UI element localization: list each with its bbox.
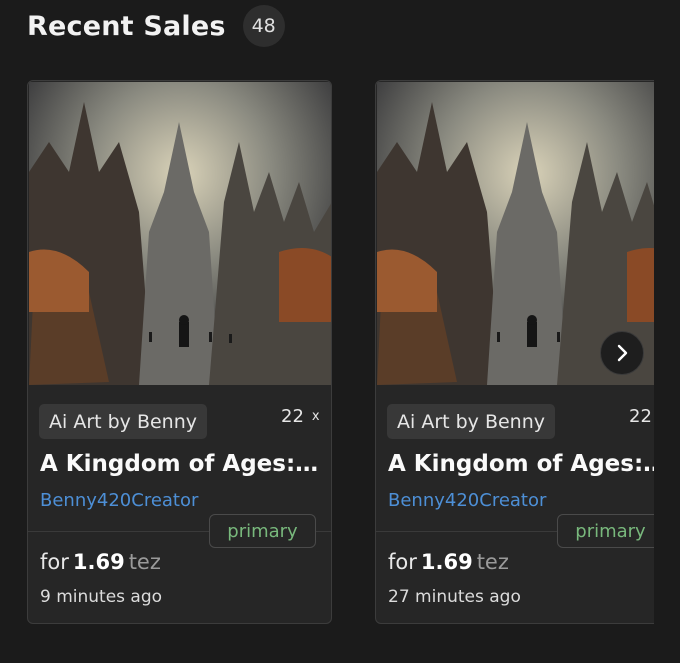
carousel-next-button[interactable] xyxy=(600,331,644,375)
chevron-right-icon xyxy=(617,344,628,362)
price-amount: 1.69 xyxy=(420,550,473,574)
sale-type-badge: primary xyxy=(209,514,316,548)
collection-chip[interactable]: Ai Art by Benny xyxy=(39,404,208,439)
collection-chip[interactable]: Ai Art by Benny xyxy=(387,404,556,439)
price-prefix: for xyxy=(40,550,69,574)
price-currency: tez xyxy=(476,550,509,574)
artwork-title[interactable]: A Kingdom of Ages: ... xyxy=(388,451,654,477)
artwork-title[interactable]: A Kingdom of Ages: ... xyxy=(40,451,320,477)
price-prefix: for xyxy=(388,550,417,574)
sale-price: for 1.69 tez xyxy=(388,550,509,574)
artwork-image[interactable] xyxy=(29,82,332,385)
editions-suffix: x xyxy=(311,409,320,424)
sales-count-badge: 48 xyxy=(242,5,285,47)
editions-count: 22 x xyxy=(281,406,320,427)
editions-value: 22 xyxy=(281,406,304,427)
creator-link[interactable]: Benny420Creator xyxy=(40,490,198,511)
sale-time: 9 minutes ago xyxy=(40,587,163,607)
sale-type-badge: primary xyxy=(557,514,654,548)
price-amount: 1.69 xyxy=(72,550,125,574)
creator-link[interactable]: Benny420Creator xyxy=(388,490,546,511)
editions-count: 22x xyxy=(629,406,654,427)
sale-card[interactable]: Ai Art by Benny 22 x A Kingdom of Ages: .… xyxy=(27,80,332,624)
sales-carousel[interactable]: Ai Art by Benny 22 x A Kingdom of Ages: .… xyxy=(0,80,654,640)
sale-price: for 1.69 tez xyxy=(40,550,161,574)
price-currency: tez xyxy=(128,550,161,574)
section-title: Recent Sales xyxy=(27,10,226,42)
sale-time: 27 minutes ago xyxy=(388,587,521,607)
editions-value: 22 xyxy=(629,406,652,427)
section-header: Recent Sales 48 xyxy=(27,5,285,47)
